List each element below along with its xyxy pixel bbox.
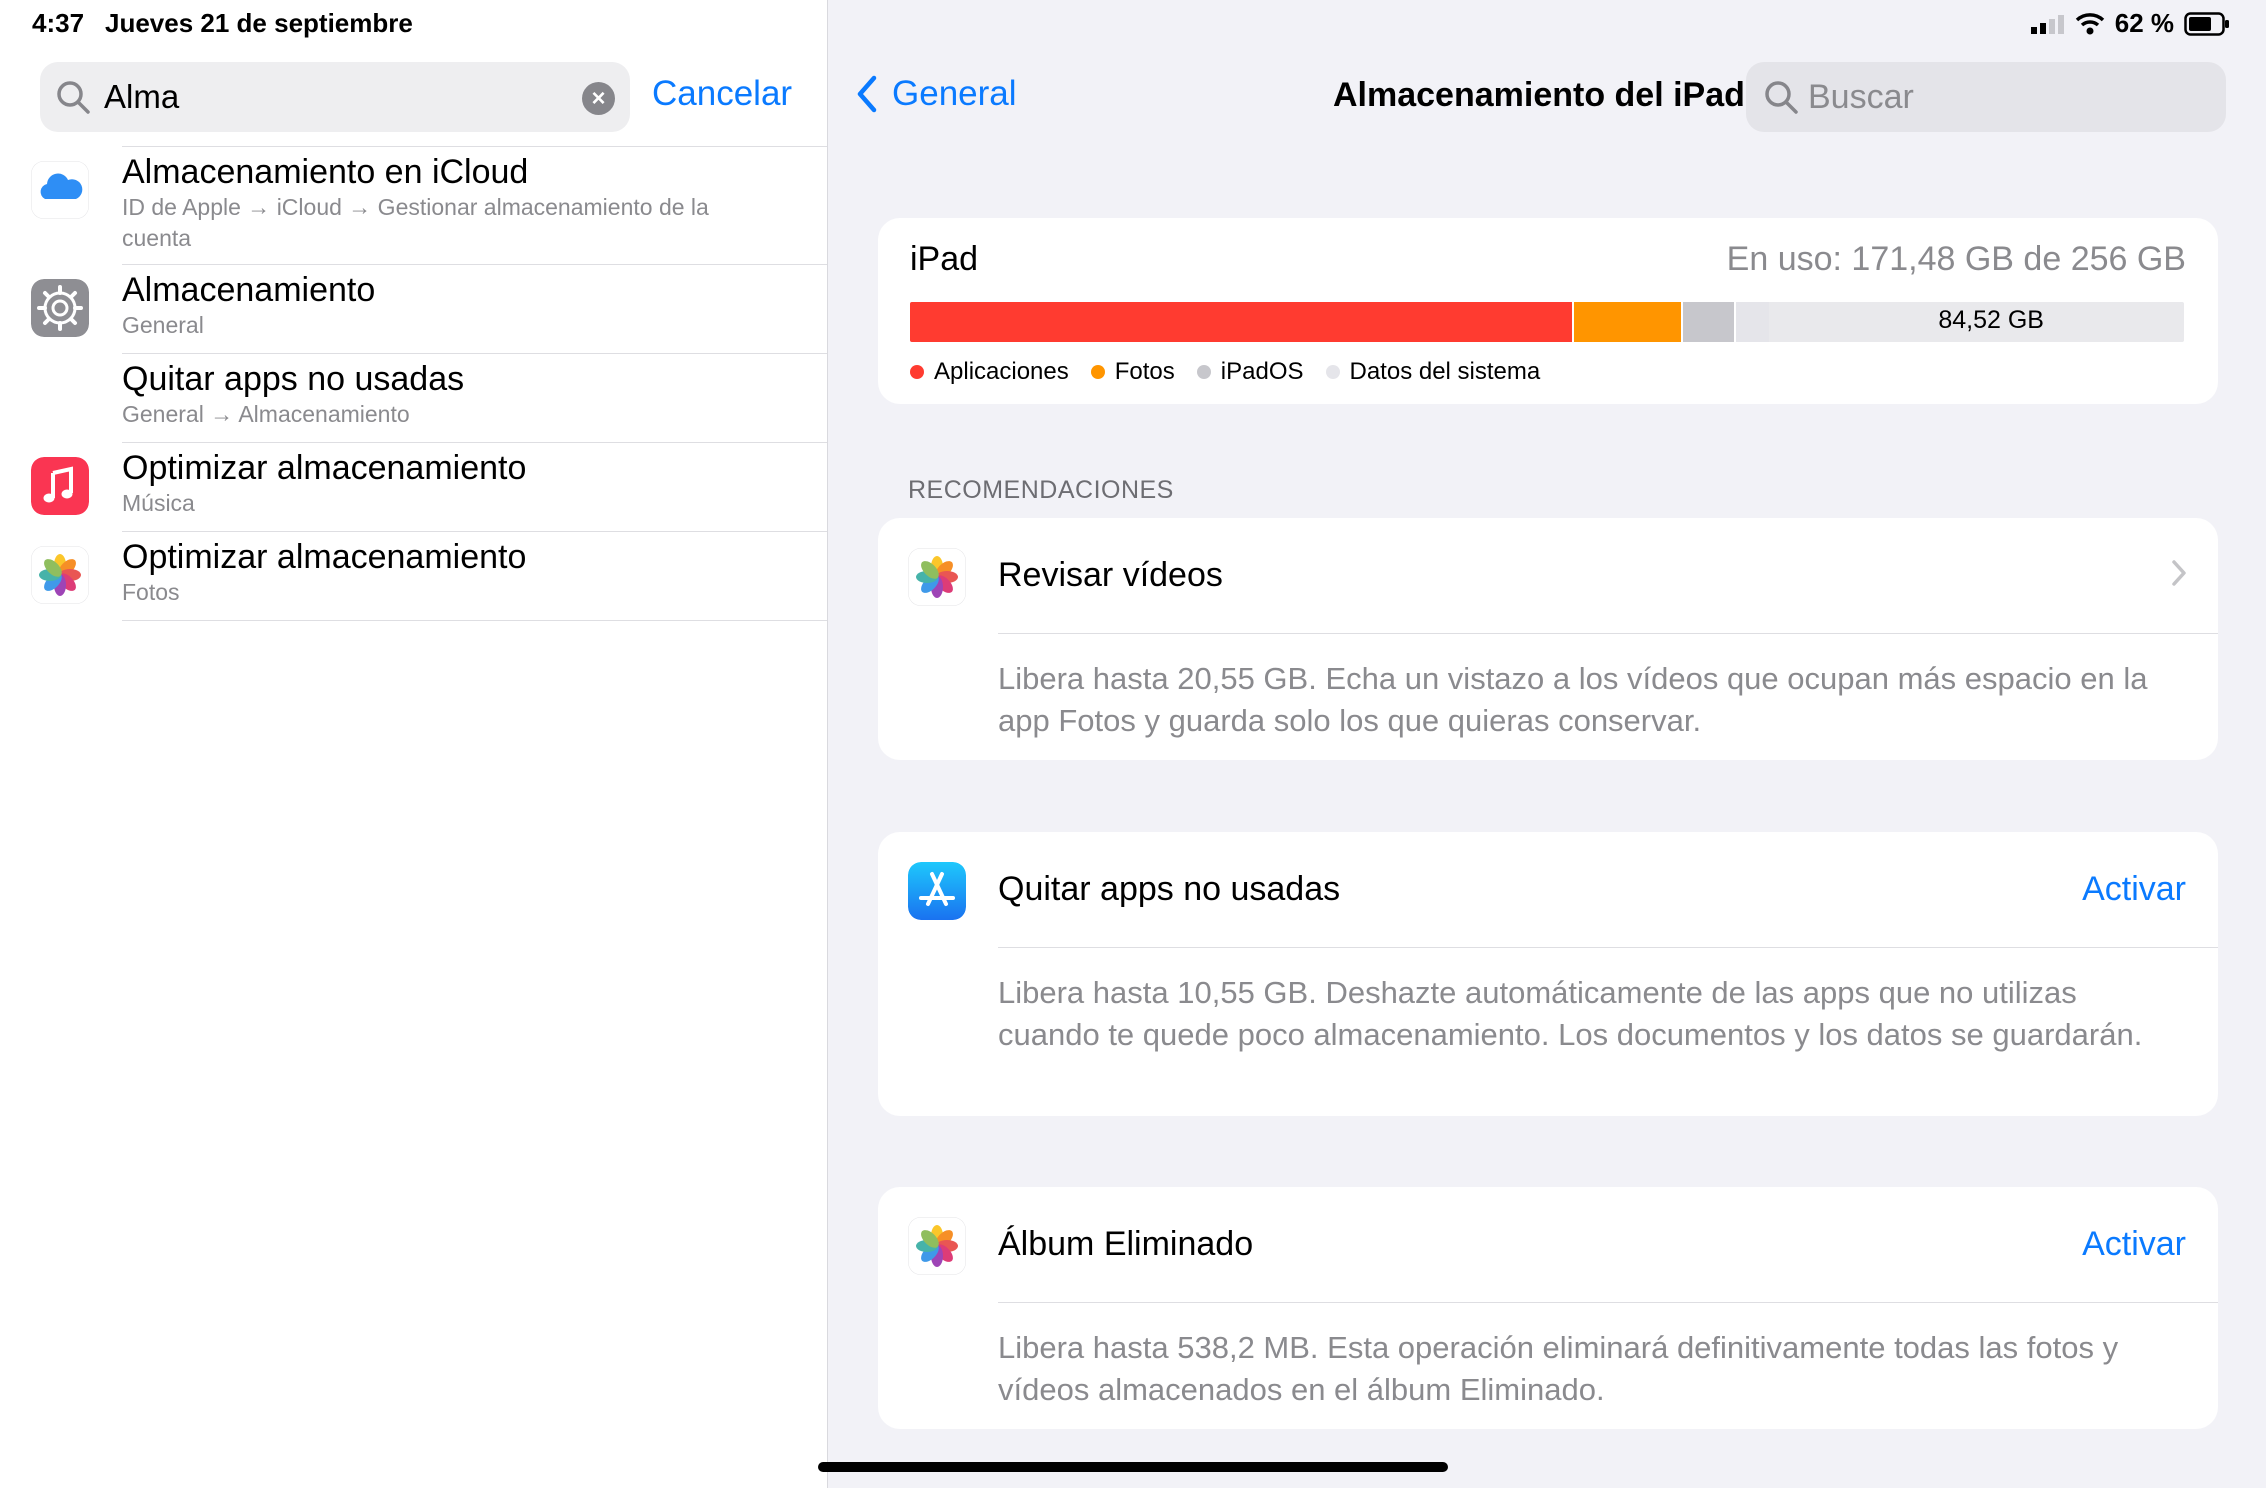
legend-dot bbox=[910, 365, 924, 379]
result-subtitle: General → Almacenamiento bbox=[122, 401, 410, 427]
storage-segment-aplicaciones bbox=[910, 302, 1574, 342]
back-button[interactable]: General bbox=[856, 74, 1017, 114]
legend-dot bbox=[1090, 365, 1105, 379]
legend-item-system-data: Datos del sistema bbox=[1325, 358, 1541, 386]
chevron-right-icon bbox=[2172, 560, 2186, 586]
enable-deleted-album-button[interactable]: Activar bbox=[2082, 1225, 2186, 1264]
search-placeholder: Buscar bbox=[1808, 78, 1914, 116]
storage-free-text: 84,52 GB bbox=[1938, 306, 2044, 334]
photos-icon bbox=[31, 546, 89, 604]
storage-used-text: En uso: 171,48 GB de 256 GB bbox=[1726, 240, 2186, 278]
music-icon bbox=[31, 457, 89, 515]
chevron-left-icon bbox=[857, 75, 877, 113]
result-title: Almacenamiento en iCloud bbox=[122, 153, 529, 191]
photos-icon bbox=[908, 1217, 966, 1275]
cancel-button[interactable]: Cancelar bbox=[652, 74, 792, 114]
legend-item-ipados: iPadOS bbox=[1196, 358, 1304, 386]
result-title: Optimizar almacenamiento bbox=[122, 449, 527, 487]
legend-label: Datos del sistema bbox=[1349, 358, 1541, 385]
icloud-icon bbox=[31, 161, 89, 219]
recommendation-description: Libera hasta 10,55 GB. Deshazte automáti… bbox=[998, 975, 2143, 1052]
recommendation-review-videos[interactable]: Revisar vídeos Libera hasta 20,55 GB. Ec… bbox=[878, 518, 2218, 760]
storage-segment-ipados bbox=[1683, 302, 1736, 342]
storage-detail-pane: 62 % General Almacenamiento del iPad Bus… bbox=[828, 0, 2266, 1488]
divider bbox=[998, 1302, 2218, 1303]
result-title: Optimizar almacenamiento bbox=[122, 538, 527, 576]
storage-summary-card: iPad En uso: 171,48 GB de 256 GB 84,52 G… bbox=[878, 218, 2218, 404]
cellular-signal-icon bbox=[2030, 14, 2064, 34]
search-result-storage[interactable]: Almacenamiento General bbox=[31, 264, 827, 353]
section-header-recommendations: RECOMENDACIONES bbox=[908, 476, 1174, 504]
search-result-icloud-storage[interactable]: Almacenamiento en iCloud ID de Apple → i… bbox=[31, 146, 827, 264]
search-result-offload-apps[interactable]: Quitar apps no usadas General → Almacena… bbox=[122, 353, 827, 442]
divider bbox=[998, 947, 2218, 948]
search-input-value[interactable]: Alma bbox=[104, 78, 179, 116]
result-subtitle: General bbox=[122, 312, 204, 338]
status-bar-right: 62 % bbox=[2030, 8, 2230, 39]
search-sidebar: 4:37 Jueves 21 de septiembre Alma × Canc… bbox=[0, 0, 828, 1488]
battery-icon bbox=[2184, 11, 2229, 36]
recommendation-deleted-album: Álbum Eliminado Activar Libera hasta 538… bbox=[878, 1187, 2218, 1429]
home-indicator[interactable] bbox=[818, 1462, 1448, 1472]
legend-dot bbox=[1196, 365, 1211, 379]
enable-offload-button[interactable]: Activar bbox=[2082, 870, 2186, 909]
status-time: 4:37 bbox=[32, 8, 85, 38]
divider bbox=[998, 633, 2218, 634]
app-store-icon bbox=[908, 862, 966, 920]
legend-label: iPadOS bbox=[1220, 358, 1304, 385]
storage-legend: Aplicaciones Fotos iPadOS Datos del sist… bbox=[910, 358, 1540, 386]
storage-segment-datos-del-sistema bbox=[1736, 302, 1769, 342]
recommendation-description: Libera hasta 538,2 MB. Esta operación el… bbox=[998, 1330, 2119, 1407]
recommendation-title: Álbum Eliminado bbox=[998, 1225, 1254, 1263]
settings-search-field[interactable]: Alma × bbox=[40, 62, 630, 132]
back-label: General bbox=[892, 74, 1017, 113]
result-title: Quitar apps no usadas bbox=[122, 360, 465, 398]
storage-usage-bar: 84,52 GB bbox=[910, 302, 2184, 342]
search-results-list: Almacenamiento en iCloud ID de Apple → i… bbox=[0, 146, 827, 621]
result-subtitle: Fotos bbox=[122, 579, 180, 605]
photos-icon bbox=[908, 548, 966, 606]
page-title: Almacenamiento del iPad bbox=[1333, 76, 1745, 114]
search-field[interactable]: Buscar bbox=[1746, 62, 2226, 132]
legend-label: Fotos bbox=[1114, 358, 1175, 385]
legend-dot bbox=[1325, 365, 1340, 379]
device-name: iPad bbox=[910, 240, 979, 278]
search-icon bbox=[57, 81, 90, 114]
battery-percentage: 62 % bbox=[2114, 8, 2174, 38]
recommendation-title: Revisar vídeos bbox=[998, 556, 1223, 594]
result-title: Almacenamiento bbox=[122, 271, 376, 309]
recommendation-offload-apps: Quitar apps no usadas Activar Libera has… bbox=[878, 832, 2218, 1116]
search-result-optimize-music[interactable]: Optimizar almacenamiento Música bbox=[31, 442, 827, 531]
status-date: Jueves 21 de septiembre bbox=[105, 8, 413, 38]
wifi-icon bbox=[2075, 12, 2104, 34]
recommendation-title: Quitar apps no usadas bbox=[998, 870, 1341, 908]
settings-gear-icon bbox=[31, 279, 89, 337]
result-subtitle: Música bbox=[122, 490, 195, 516]
clear-search-icon[interactable]: × bbox=[582, 82, 615, 115]
search-result-optimize-photos[interactable]: Optimizar almacenamiento Fotos bbox=[31, 531, 827, 621]
recommendation-description: Libera hasta 20,55 GB. Echa un vistazo a… bbox=[998, 661, 2148, 738]
legend-item-apps: Aplicaciones bbox=[910, 358, 1069, 386]
legend-item-photos: Fotos bbox=[1090, 358, 1175, 386]
legend-label: Aplicaciones bbox=[934, 358, 1069, 385]
storage-segment-fotos bbox=[1574, 302, 1683, 342]
result-subtitle: ID de Apple → iCloud → Gestionar almacen… bbox=[122, 194, 709, 251]
search-icon bbox=[1765, 81, 1798, 114]
